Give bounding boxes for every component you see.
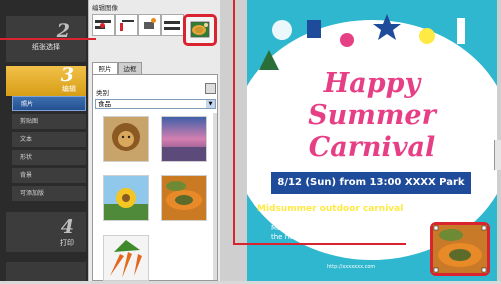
- poster-title-summer: Summer: [308, 100, 436, 131]
- poster-decoration: [259, 14, 465, 70]
- category-select[interactable]: 食品 ▼: [95, 99, 216, 109]
- canvas-scroll-handle[interactable]: [494, 140, 501, 170]
- category-label: 类别: [96, 89, 109, 97]
- poster-subtitle: Midsummer outdoor carnival: [257, 204, 404, 214]
- image-edit-panel: 编辑图像 照片 边框 类别 食品 ▼: [88, 0, 221, 281]
- step-edit[interactable]: 3 编辑: [6, 66, 86, 96]
- step-label: 编辑: [62, 85, 76, 93]
- poster-title-carnival: Carnival: [308, 132, 436, 163]
- chevron-down-icon: ▼: [206, 100, 215, 108]
- panel-title: 编辑图像: [92, 4, 118, 12]
- poster-description: Many exciting events to help you get thr…: [271, 224, 431, 241]
- align-left-tool-icon[interactable]: [92, 14, 115, 36]
- photo-thumbnail-lion[interactable]: [103, 116, 149, 162]
- callout-line-bottom: [233, 243, 406, 245]
- thumbnail-scrollbar[interactable]: [213, 113, 217, 280]
- poster-date-ribbon: 8/12 (Sun) from 13:00 XXXX Park: [271, 172, 471, 194]
- photo-thumbnail-papaya[interactable]: [161, 175, 207, 221]
- flip-tool-icon[interactable]: [161, 14, 184, 36]
- callout-line-left: [0, 38, 96, 40]
- menu-item-shape[interactable]: 形状: [12, 150, 86, 165]
- step-number: 4: [60, 216, 74, 238]
- edit-menu: 照片 剪贴图 文本 形状 背景 可添加版: [12, 96, 86, 204]
- step-sidebar: 2 纸张选择 3 编辑 照片 剪贴图 文本 形状 背景 可添加版 4 打印: [0, 0, 88, 281]
- photo-thumbnail-carrots[interactable]: [103, 235, 149, 281]
- category-view-icon[interactable]: [205, 83, 216, 94]
- step-next: [6, 262, 86, 281]
- poster-url: http://xxxxxxx.com: [327, 264, 376, 270]
- menu-item-layers[interactable]: 可添加版: [12, 186, 86, 201]
- category-select-value: 食品: [98, 100, 111, 108]
- photo-thumbnail-grid: [95, 113, 217, 281]
- design-canvas: Happy Summer Carnival 8/12 (Sun) from 13…: [220, 0, 501, 281]
- poster-title-happy: Happy: [323, 68, 421, 99]
- rotate-tool-icon[interactable]: [138, 14, 161, 36]
- step-print[interactable]: 4 打印: [6, 212, 86, 252]
- step-label: 纸张选择: [32, 43, 60, 51]
- poster-preview[interactable]: Happy Summer Carnival 8/12 (Sun) from 13…: [247, 0, 497, 281]
- menu-item-background[interactable]: 背景: [12, 168, 86, 183]
- crop-tool-icon[interactable]: [115, 14, 138, 36]
- photo-thumbnail-sunset[interactable]: [161, 116, 207, 162]
- menu-item-photo[interactable]: 照片: [12, 96, 86, 111]
- photo-thumbnail-flower[interactable]: [103, 175, 149, 221]
- menu-item-text[interactable]: 文本: [12, 132, 86, 147]
- photo-browser: 类别 食品 ▼: [92, 74, 218, 281]
- placed-food-image[interactable]: [430, 222, 490, 276]
- image-adjust-tool-icon[interactable]: [183, 14, 217, 46]
- menu-item-clipart[interactable]: 剪贴图: [12, 114, 86, 129]
- step-label: 打印: [60, 239, 74, 247]
- step-number: 3: [60, 64, 74, 86]
- callout-line-vertical: [233, 0, 235, 244]
